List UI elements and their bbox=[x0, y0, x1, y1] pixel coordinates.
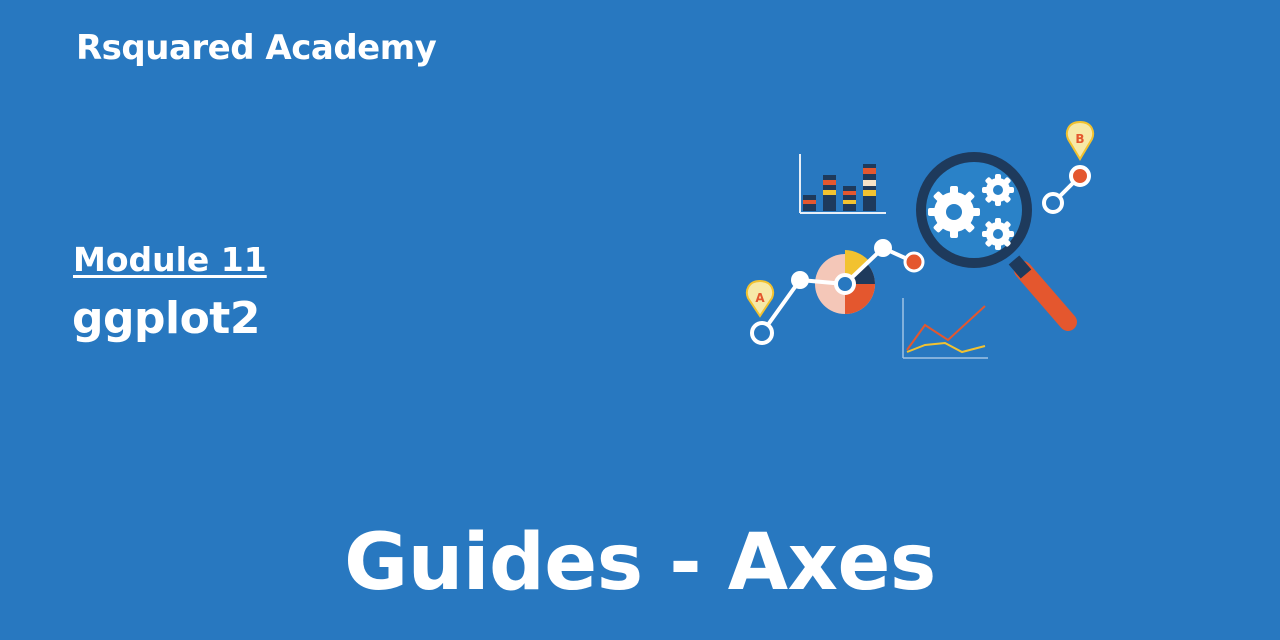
line-chart-icon bbox=[902, 298, 988, 359]
map-pin-b-icon: B bbox=[1065, 120, 1095, 161]
subject-title: ggplot2 bbox=[72, 293, 260, 344]
bar-chart-icon bbox=[799, 154, 886, 214]
marker-b-label: B bbox=[1075, 132, 1084, 146]
brand-title: Rsquared Academy bbox=[76, 28, 437, 68]
page-heading: Guides - Axes bbox=[344, 518, 936, 608]
analytics-illustration: A B bbox=[745, 120, 1095, 359]
map-pin-a-icon: A bbox=[745, 279, 775, 318]
marker-a-label: A bbox=[755, 291, 765, 305]
module-label: Module 11 bbox=[73, 240, 267, 279]
magnifying-glass-icon bbox=[916, 152, 1077, 331]
